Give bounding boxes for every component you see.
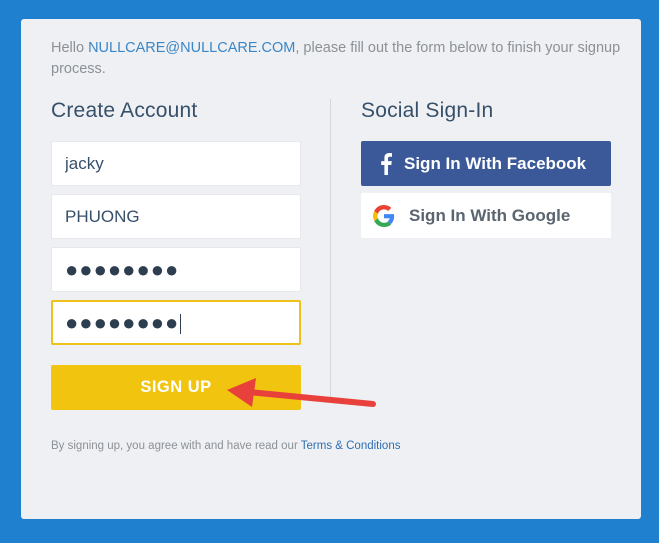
password-field[interactable]: ●●●●●●●● bbox=[51, 247, 301, 292]
facebook-icon bbox=[373, 141, 399, 186]
google-signin-label: Sign In With Google bbox=[409, 206, 571, 225]
facebook-signin-button[interactable]: Sign In With Facebook bbox=[361, 141, 611, 186]
user-email: NULLCARE@NULLCARE.COM bbox=[88, 40, 296, 56]
facebook-signin-label: Sign In With Facebook bbox=[404, 154, 587, 173]
terms-link[interactable]: Terms & Conditions bbox=[301, 440, 401, 452]
text-caret bbox=[180, 314, 182, 335]
social-signin-title: Social Sign-In bbox=[361, 99, 494, 122]
last-name-field[interactable] bbox=[51, 194, 301, 239]
confirm-password-field[interactable]: ●●●●●●●● bbox=[51, 300, 301, 345]
confirm-password-value: ●●●●●●●● bbox=[65, 310, 180, 335]
create-account-title: Create Account bbox=[51, 99, 198, 122]
signup-panel: Hello NULLCARE@NULLCARE.COM, please fill… bbox=[21, 19, 641, 519]
terms-text: By signing up, you agree with and have r… bbox=[51, 440, 301, 452]
column-divider bbox=[330, 99, 331, 399]
google-icon bbox=[371, 193, 397, 238]
terms-notice: By signing up, you agree with and have r… bbox=[51, 440, 400, 452]
first-name-field[interactable] bbox=[51, 141, 301, 186]
intro-text: Hello NULLCARE@NULLCARE.COM, please fill… bbox=[51, 38, 621, 80]
sign-up-button[interactable]: SIGN UP bbox=[51, 365, 301, 410]
intro-prefix: Hello bbox=[51, 40, 89, 56]
google-signin-button[interactable]: Sign In With Google bbox=[361, 193, 611, 238]
password-value: ●●●●●●●● bbox=[65, 257, 180, 282]
